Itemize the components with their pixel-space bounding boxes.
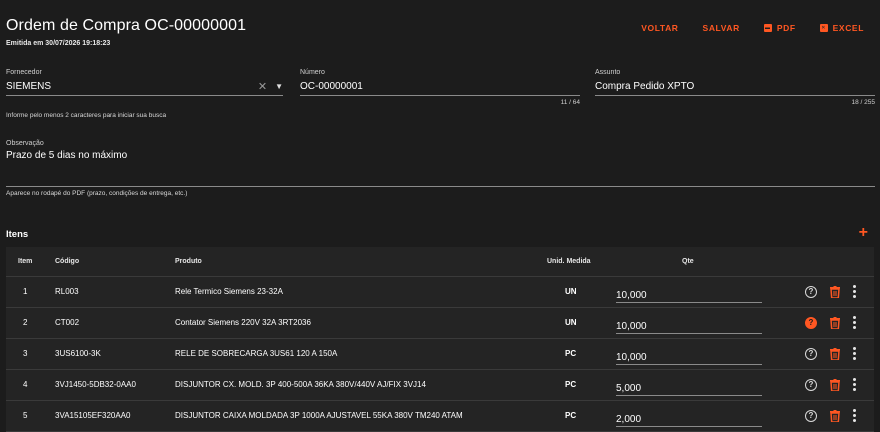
- row-actions: ?: [774, 285, 874, 298]
- items-table: Item Código Produto Unid. Medida Qte 1 R…: [6, 247, 874, 432]
- row-product: DISJUNTOR CX. MOLD. 3P 400-500A 36KA 380…: [175, 369, 547, 401]
- more-vert-icon[interactable]: [853, 316, 856, 329]
- subject-input[interactable]: [595, 80, 875, 94]
- subject-counter: 18 / 255: [851, 99, 876, 106]
- help-icon[interactable]: ?: [805, 378, 817, 391]
- notes-underline: [6, 186, 875, 187]
- back-button-label: VOLTAR: [641, 23, 679, 33]
- row-unit: UN: [547, 307, 616, 339]
- help-icon[interactable]: ?: [805, 285, 817, 298]
- delete-icon[interactable]: [830, 409, 840, 422]
- row-product: Rele Termico Siemens 23-32A: [175, 276, 547, 308]
- row-item: 3: [6, 338, 55, 370]
- delete-icon[interactable]: [830, 285, 840, 298]
- table-row: 4 3VJ1450-5DB32-0AA0 DISJUNTOR CX. MOLD.…: [6, 369, 874, 401]
- qty-input[interactable]: [616, 311, 762, 334]
- row-code: 3VA15105EF320AA0: [55, 400, 175, 432]
- more-vert-icon[interactable]: [853, 347, 856, 360]
- qty-input[interactable]: [616, 373, 762, 396]
- supplier-hint: Informe pelo menos 2 caracteres para ini…: [6, 112, 167, 119]
- number-underline: [300, 95, 580, 96]
- row-code: RL003: [55, 276, 175, 308]
- supplier-underline: [6, 95, 283, 96]
- col-qty: Qte: [616, 247, 774, 277]
- col-product: Produto: [175, 247, 547, 277]
- delete-icon[interactable]: [830, 347, 840, 360]
- help-icon[interactable]: ?: [805, 347, 817, 360]
- more-vert-icon[interactable]: [853, 409, 856, 422]
- row-unit: UN: [547, 276, 616, 308]
- subject-field: Assunto 18 / 255: [595, 69, 875, 106]
- pdf-button-label: PDF: [776, 23, 796, 33]
- row-actions: ?: [774, 316, 874, 329]
- clear-icon[interactable]: ✕: [258, 80, 267, 93]
- save-button-label: SALVAR: [702, 23, 740, 33]
- qty-input[interactable]: [616, 280, 762, 303]
- row-actions: ?: [774, 378, 874, 391]
- table-header-row: Item Código Produto Unid. Medida Qte: [6, 247, 874, 277]
- col-code: Código: [55, 247, 175, 277]
- delete-icon[interactable]: [830, 316, 840, 329]
- notes-textarea[interactable]: Prazo de 5 dias no máximo: [6, 149, 875, 185]
- row-product: Contator Siemens 220V 32A 3RT2036: [175, 307, 547, 339]
- number-field: Número 11 / 64: [300, 69, 580, 106]
- delete-icon[interactable]: [830, 378, 840, 391]
- notes-hint: Aparece no rodapé do PDF (prazo, condiçõ…: [6, 190, 188, 197]
- supplier-controls: ✕ ▼: [258, 80, 283, 93]
- table-row: 1 RL003 Rele Termico Siemens 23-32A UN ?: [6, 276, 874, 308]
- toolbar: VOLTAR SALVAR ▬ PDF ✕ EXCEL: [641, 23, 864, 33]
- help-icon[interactable]: ?: [805, 409, 817, 422]
- row-product: RELE DE SOBRECARGA 3US61 120 A 150A: [175, 338, 547, 370]
- excel-button[interactable]: ✕ EXCEL: [819, 23, 864, 33]
- row-item: 1: [6, 276, 55, 308]
- col-item: Item: [6, 247, 55, 277]
- subject-label: Assunto: [595, 69, 621, 76]
- back-button[interactable]: VOLTAR: [641, 23, 678, 33]
- number-label: Número: [300, 69, 325, 76]
- number-counter: 11 / 64: [560, 99, 580, 106]
- supplier-field: Fornecedor ✕ ▼ Informe pelo menos 2 cara…: [6, 69, 283, 119]
- row-code: CT002: [55, 307, 175, 339]
- page-title: Ordem de Compra OC-00000001: [6, 17, 247, 34]
- row-code: 3US6100-3K: [55, 338, 175, 370]
- issued-date: Emitida em 30/07/2026 19:18:23: [6, 40, 111, 47]
- subject-underline: [595, 95, 875, 96]
- plus-icon[interactable]: +: [859, 224, 868, 242]
- row-unit: PC: [547, 400, 616, 432]
- row-unit: PC: [547, 338, 616, 370]
- notes-field: Observação Prazo de 5 dias no máximo Apa…: [6, 140, 875, 197]
- row-code: 3VJ1450-5DB32-0AA0: [55, 369, 175, 401]
- table-row: 2 CT002 Contator Siemens 220V 32A 3RT203…: [6, 307, 874, 339]
- row-actions: ?: [774, 409, 874, 422]
- pdf-icon: ▬: [763, 24, 772, 32]
- save-button[interactable]: SALVAR: [703, 23, 740, 33]
- qty-input[interactable]: [616, 404, 762, 427]
- row-actions: ?: [774, 347, 874, 360]
- pdf-button[interactable]: ▬ PDF: [763, 23, 796, 33]
- row-item: 5: [6, 400, 55, 432]
- excel-icon: ✕: [819, 24, 828, 32]
- col-actions: [774, 247, 874, 277]
- qty-input[interactable]: [616, 342, 762, 365]
- more-vert-icon[interactable]: [853, 285, 856, 298]
- notes-label: Observação: [6, 140, 44, 147]
- dropdown-arrow-icon[interactable]: ▼: [275, 82, 283, 91]
- table-row: 3 3US6100-3K RELE DE SOBRECARGA 3US61 12…: [6, 338, 874, 370]
- row-item: 4: [6, 369, 55, 401]
- table-row: 5 3VA15105EF320AA0 DISJUNTOR CAIXA MOLDA…: [6, 400, 874, 432]
- supplier-label: Fornecedor: [6, 69, 42, 76]
- excel-button-label: EXCEL: [832, 23, 864, 33]
- row-unit: PC: [547, 369, 616, 401]
- col-unit: Unid. Medida: [547, 247, 616, 277]
- row-item: 2: [6, 307, 55, 339]
- number-input[interactable]: [300, 80, 580, 94]
- items-title: Itens: [6, 229, 29, 240]
- row-product: DISJUNTOR CAIXA MOLDADA 3P 1000A AJUSTAV…: [175, 400, 547, 432]
- supplier-input[interactable]: [6, 80, 283, 94]
- more-vert-icon[interactable]: [853, 378, 856, 391]
- help-alert-icon[interactable]: ?: [805, 316, 817, 329]
